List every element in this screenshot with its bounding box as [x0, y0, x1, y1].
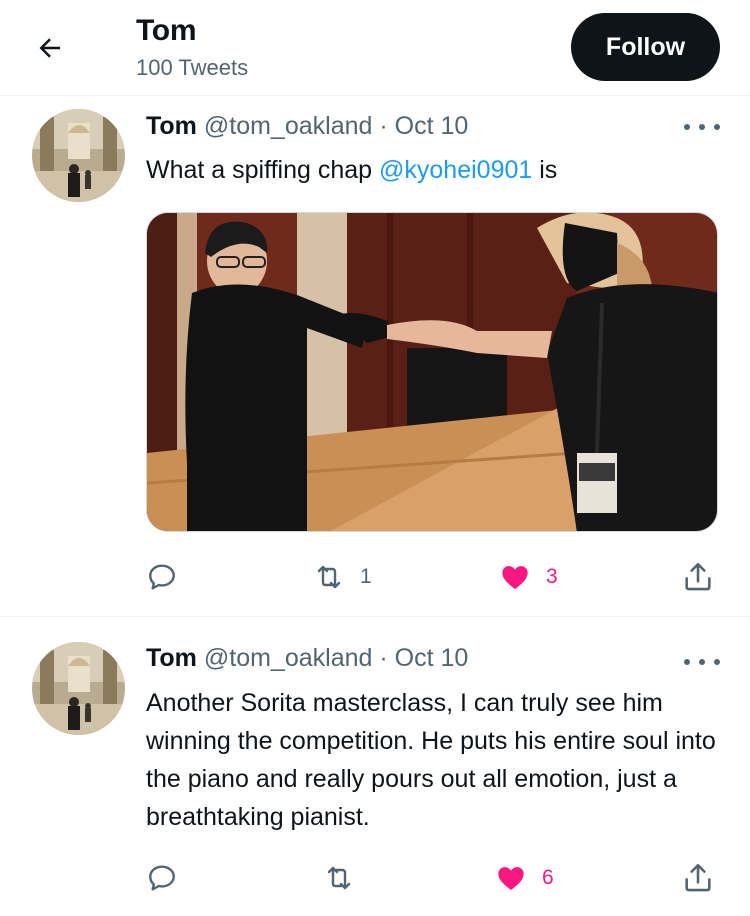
tweet-text: What a spiffing chap @kyohei0901 is: [146, 151, 726, 189]
back-button[interactable]: [30, 28, 70, 68]
retweet-count: 1: [360, 565, 372, 588]
tweet-photo[interactable]: [146, 212, 718, 532]
tweet-text: Another Sorita masterclass, I can truly …: [146, 689, 716, 831]
share-icon: [685, 562, 711, 591]
reply-button[interactable]: [146, 557, 178, 597]
tweet-actions: 1 3: [0, 557, 750, 597]
retweet-button[interactable]: 1: [312, 557, 372, 597]
like-button[interactable]: 3: [498, 557, 558, 597]
avatar[interactable]: [32, 642, 125, 735]
profile-header: Tom 100 Tweets Follow: [0, 0, 750, 96]
back-arrow-icon: [39, 38, 60, 58]
tweet-text-part: What a spiffing chap: [146, 156, 380, 184]
separator: ·: [379, 644, 388, 672]
retweet-icon: [317, 565, 341, 589]
more-icon: [684, 124, 690, 130]
author-handle[interactable]: @tom_oakland: [204, 644, 373, 672]
follow-button[interactable]: Follow: [571, 13, 720, 81]
author-name[interactable]: Tom: [146, 644, 197, 672]
mention-link[interactable]: @kyohei0901: [379, 156, 532, 184]
share-button[interactable]: [681, 557, 715, 597]
tweet[interactable]: Tom @tom_oakland · Oct 10 Another Sorita…: [0, 618, 750, 916]
tweet-date[interactable]: Oct 10: [395, 644, 469, 672]
tweet[interactable]: Tom @tom_oakland · Oct 10 What a spiffin…: [0, 97, 750, 617]
author-handle[interactable]: @tom_oakland: [204, 112, 373, 140]
retweet-button[interactable]: [322, 858, 370, 898]
tweet-date[interactable]: Oct 10: [395, 112, 469, 140]
heart-icon: [498, 867, 524, 890]
author-name[interactable]: Tom: [146, 112, 197, 140]
tweet-text-part: is: [532, 156, 558, 184]
more-button[interactable]: [684, 654, 720, 670]
like-button[interactable]: 6: [494, 858, 554, 898]
tweet-count: 100 Tweets: [136, 55, 249, 80]
tweet-header: Tom @tom_oakland · Oct 10: [146, 112, 468, 141]
retweet-icon: [327, 866, 351, 890]
photo-image: [147, 213, 717, 531]
separator: ·: [379, 112, 388, 140]
like-count: 6: [542, 866, 554, 889]
share-button[interactable]: [681, 858, 715, 898]
avatar-image: [32, 109, 125, 202]
profile-name: Tom: [136, 14, 197, 47]
reply-button[interactable]: [146, 858, 178, 898]
reply-icon: [149, 564, 175, 590]
reply-icon: [149, 865, 175, 891]
more-icon: [684, 659, 690, 665]
like-count: 3: [546, 565, 558, 588]
tweet-header: Tom @tom_oakland · Oct 10: [146, 644, 468, 673]
heart-icon: [502, 566, 528, 589]
tweet-actions: 6: [0, 858, 750, 898]
more-button[interactable]: [684, 119, 720, 135]
share-icon: [685, 863, 711, 892]
avatar[interactable]: [32, 109, 125, 202]
avatar-image: [32, 642, 125, 735]
